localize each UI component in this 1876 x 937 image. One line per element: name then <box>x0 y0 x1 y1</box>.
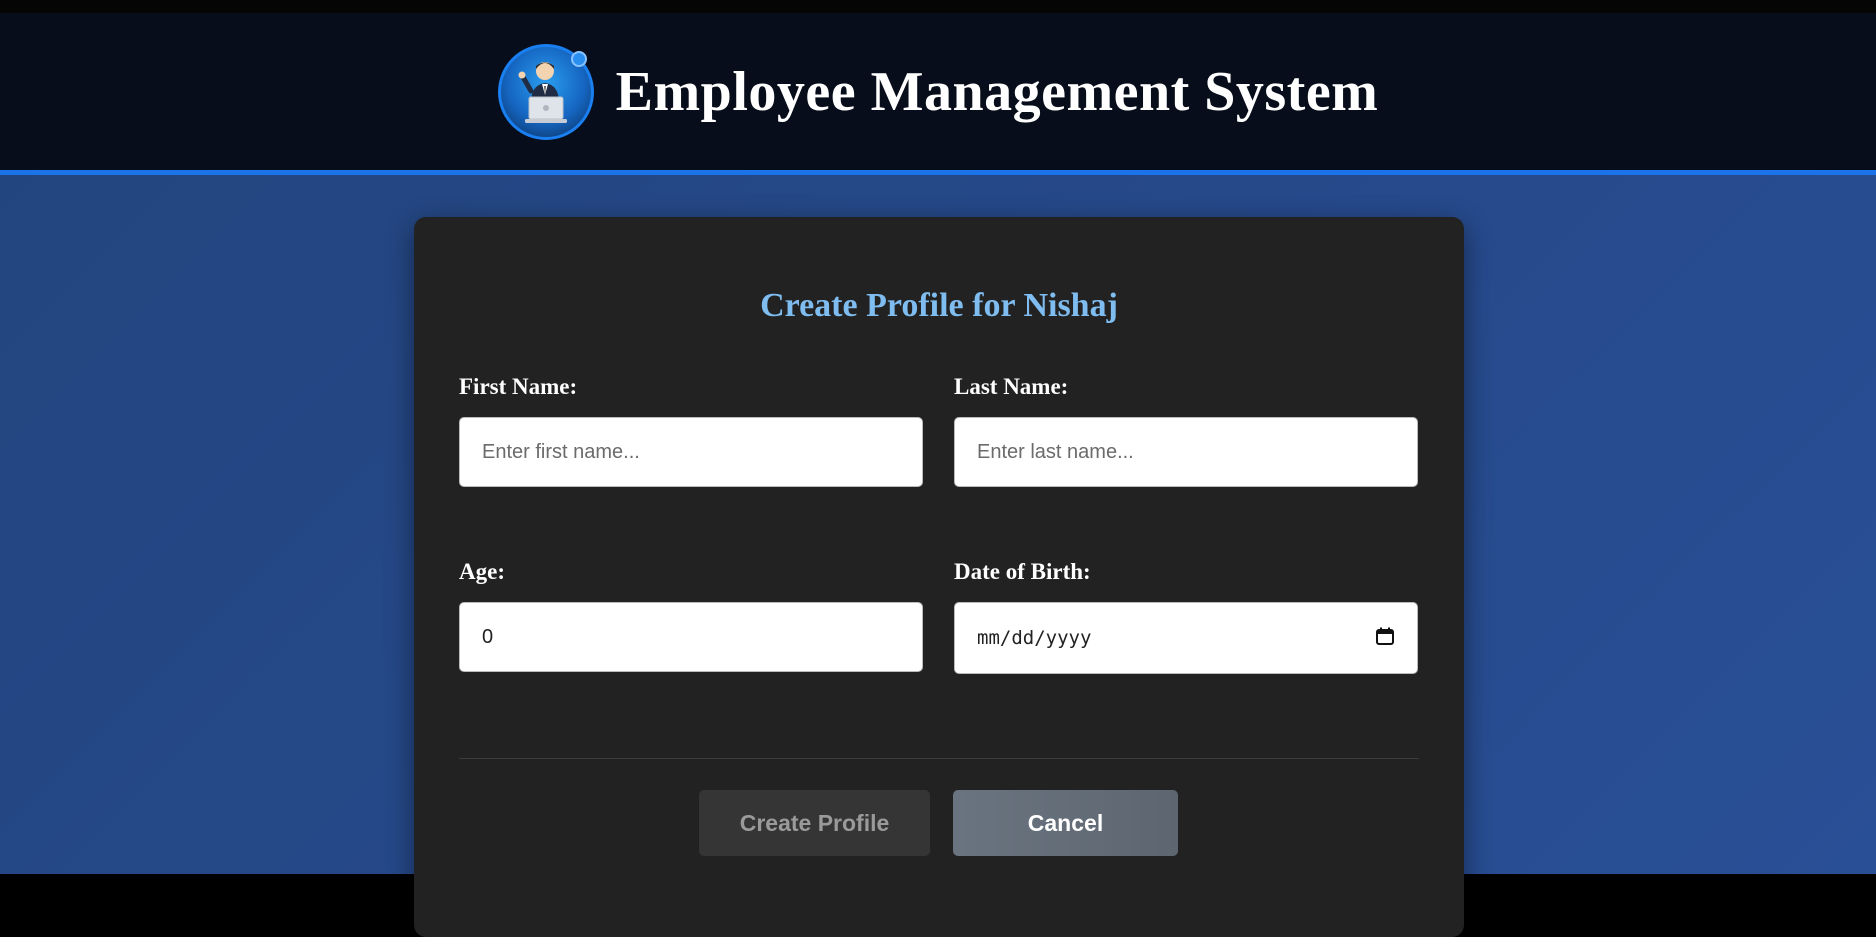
cancel-button[interactable]: Cancel <box>953 790 1178 856</box>
last-name-input[interactable] <box>954 417 1418 487</box>
create-profile-card: Create Profile for Nishaj First Name: La… <box>414 217 1464 937</box>
dob-input[interactable]: mm/dd/yyyy <box>954 602 1418 674</box>
first-name-input[interactable] <box>459 417 923 487</box>
top-strip <box>0 0 1876 13</box>
logo-dot <box>570 50 587 67</box>
employee-avatar-icon <box>497 43 594 140</box>
age-label: Age: <box>459 559 505 584</box>
dob-label: Date of Birth: <box>954 559 1091 584</box>
app-title: Employee Management System <box>615 60 1379 123</box>
app-header: Employee Management System <box>0 13 1876 175</box>
age-input[interactable] <box>459 602 923 672</box>
first-name-label: First Name: <box>459 374 578 399</box>
last-name-label: Last Name: <box>954 374 1069 399</box>
dob-placeholder: mm/dd/yyyy <box>977 627 1092 649</box>
calendar-icon[interactable] <box>1375 626 1395 651</box>
create-profile-button[interactable]: Create Profile <box>699 790 930 856</box>
form-divider <box>459 758 1419 759</box>
form-title: Create Profile for Nishaj <box>760 287 1118 324</box>
main-area: Create Profile for Nishaj First Name: La… <box>0 175 1876 937</box>
